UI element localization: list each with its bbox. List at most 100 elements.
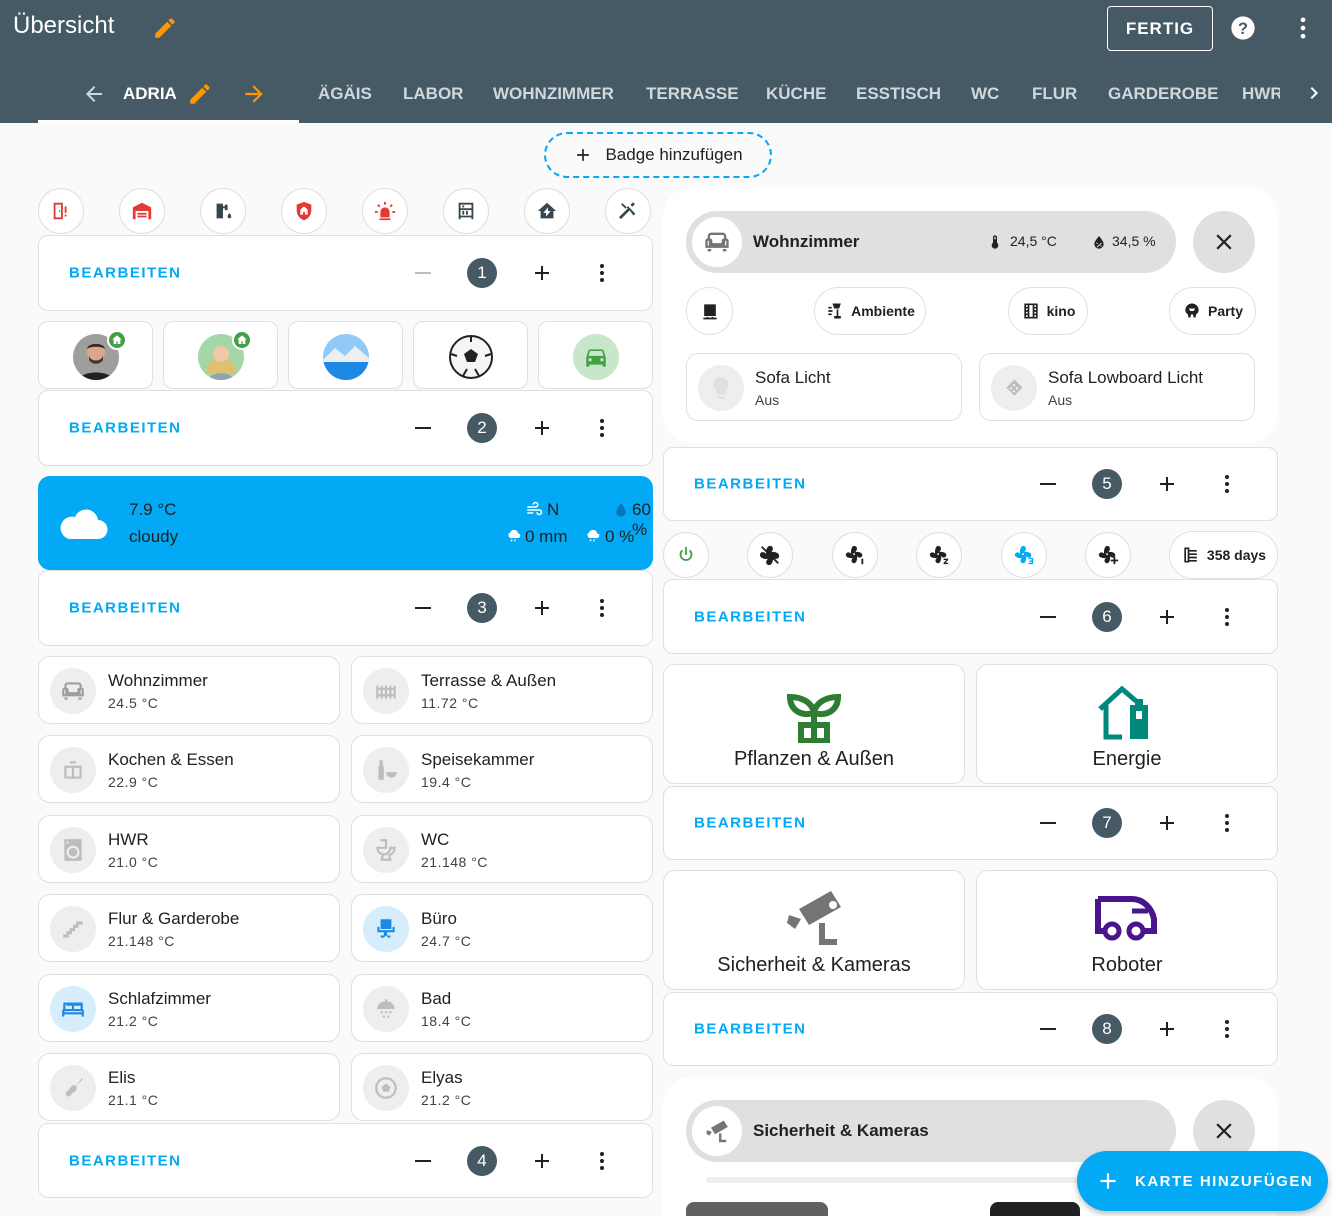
more-vertical-icon[interactable] [590,261,614,285]
landscape-badge[interactable] [288,321,403,389]
water-pump-button[interactable] [200,188,246,234]
minus-icon[interactable] [411,1149,435,1173]
tab-esstisch[interactable]: ESSTISCH [856,84,941,104]
arrow-right-icon[interactable] [241,81,267,107]
scene-kino-chip[interactable]: kino [1008,287,1088,335]
plus-icon[interactable] [1155,811,1179,835]
edit-button[interactable]: BEARBEITEN [694,476,807,493]
tab-wohnzimmer[interactable]: WOHNZIMMER [493,84,614,104]
scene-ambiente-chip[interactable]: Ambiente [814,287,926,335]
fan-speed-2-button[interactable] [916,532,962,578]
close-button[interactable] [1193,211,1255,273]
tab-adria[interactable]: ADRIA [123,84,177,104]
edit-button[interactable]: BEARBEITEN [694,815,807,832]
arrow-left-icon[interactable] [82,82,106,106]
scene-party-chip[interactable]: Party [1169,287,1256,335]
camera-preview[interactable] [686,1202,828,1216]
light-card-sofa-lowboard[interactable]: Sofa Lowboard Licht Aus [979,353,1255,421]
help-icon[interactable]: ? [1229,14,1257,42]
minus-icon[interactable] [411,596,435,620]
room-card-elis[interactable]: Elis 21.1 °C [38,1053,340,1121]
person-badge[interactable] [38,321,153,389]
room-card-kochen-essen[interactable]: Kochen & Essen 22.9 °C [38,735,340,803]
room-card-bad[interactable]: Bad 18.4 °C [351,974,653,1042]
minus-icon[interactable] [1036,472,1060,496]
room-card-elyas[interactable]: Elyas 21.2 °C [351,1053,653,1121]
power-button[interactable] [663,532,709,578]
tab-labor[interactable]: LABOR [403,84,463,104]
room-card-terrasse[interactable]: Terrasse & Außen 11.72 °C [351,656,653,724]
garage-button[interactable] [119,188,165,234]
minus-icon[interactable] [1036,605,1060,629]
room-card-speisekammer[interactable]: Speisekammer 19.4 °C [351,735,653,803]
sofa-icon [50,668,96,714]
filter-duration-chip[interactable]: 358 days [1169,531,1278,579]
fan-off-button[interactable] [747,532,793,578]
plus-icon[interactable] [530,261,554,285]
room-card-wohnzimmer[interactable]: Wohnzimmer 24.5 °C [38,656,340,724]
home-lightning-button[interactable] [524,188,570,234]
area-header[interactable]: Wohnzimmer 24,5 °C 34,5 % [686,211,1176,273]
shelves-button[interactable] [443,188,489,234]
add-card-button[interactable]: KARTE HINZUFÜGEN [1077,1151,1328,1211]
more-vertical-icon[interactable] [1289,14,1317,42]
fan-speed-1-button[interactable] [832,532,878,578]
tab-kuche[interactable]: KÜCHE [766,84,826,104]
more-vertical-icon[interactable] [1215,811,1239,835]
weather-card[interactable]: 7.9 °C cloudy N 60 % 0 mm 0 % [38,476,653,570]
edit-button[interactable]: BEARBEITEN [69,265,182,282]
edit-title-pencil-icon[interactable] [152,15,178,41]
tab-wc[interactable]: WC [971,84,999,104]
minus-icon[interactable] [1036,811,1060,835]
plus-icon[interactable] [1155,472,1179,496]
edit-view-pencil-icon[interactable] [187,81,213,107]
add-badge-button[interactable]: Badge hinzufügen [544,132,772,178]
room-card-buro[interactable]: Büro 24.7 °C [351,894,653,962]
tab-hwr[interactable]: HWR [1242,84,1280,104]
car-badge[interactable] [538,321,653,389]
tile-roboter[interactable]: Roboter [976,870,1278,990]
tab-terrasse[interactable]: TERRASSE [646,84,739,104]
plus-icon[interactable] [1155,605,1179,629]
more-vertical-icon[interactable] [1215,472,1239,496]
more-vertical-icon[interactable] [590,596,614,620]
room-card-schlafzimmer[interactable]: Schlafzimmer 21.2 °C [38,974,340,1042]
edit-button[interactable]: BEARBEITEN [694,608,807,625]
tile-energie[interactable]: Energie [976,664,1278,784]
edit-button[interactable]: BEARBEITEN [69,1152,182,1169]
shield-home-button[interactable] [281,188,327,234]
room-card-wc[interactable]: WC 21.148 °C [351,815,653,883]
door-alert-button[interactable] [38,188,84,234]
fan-plus-button[interactable] [1085,532,1131,578]
edit-button[interactable]: BEARBEITEN [69,600,182,617]
chevron-right-icon[interactable] [1302,81,1326,105]
tools-button[interactable] [605,188,651,234]
alarm-light-button[interactable] [362,188,408,234]
more-vertical-icon[interactable] [590,416,614,440]
person-badge[interactable] [163,321,278,389]
plus-icon[interactable] [530,1149,554,1173]
room-card-hwr[interactable]: HWR 21.0 °C [38,815,340,883]
plus-icon[interactable] [530,416,554,440]
edit-button[interactable]: BEARBEITEN [694,1021,807,1038]
minus-icon[interactable] [1036,1017,1060,1041]
speaker-chip[interactable] [686,287,733,335]
tile-sicherheit[interactable]: Sicherheit & Kameras [663,870,965,990]
plus-icon[interactable] [1155,1017,1179,1041]
tab-garderobe[interactable]: GARDEROBE [1108,84,1219,104]
tab-agais[interactable]: ÄGÄIS [318,84,372,104]
minus-icon[interactable] [411,416,435,440]
tab-flur[interactable]: FLUR [1032,84,1077,104]
light-card-sofa[interactable]: Sofa Licht Aus [686,353,962,421]
room-card-flur[interactable]: Flur & Garderobe 21.148 °C [38,894,340,962]
more-vertical-icon[interactable] [1215,605,1239,629]
plus-icon[interactable] [530,596,554,620]
edit-button[interactable]: BEARBEITEN [69,420,182,437]
fan-speed-3-button[interactable] [1001,532,1047,578]
soccer-badge[interactable] [413,321,528,389]
camera-preview[interactable] [990,1202,1080,1216]
done-button[interactable]: FERTIG [1107,6,1213,51]
more-vertical-icon[interactable] [590,1149,614,1173]
tile-pflanzen[interactable]: Pflanzen & Außen [663,664,965,784]
more-vertical-icon[interactable] [1215,1017,1239,1041]
